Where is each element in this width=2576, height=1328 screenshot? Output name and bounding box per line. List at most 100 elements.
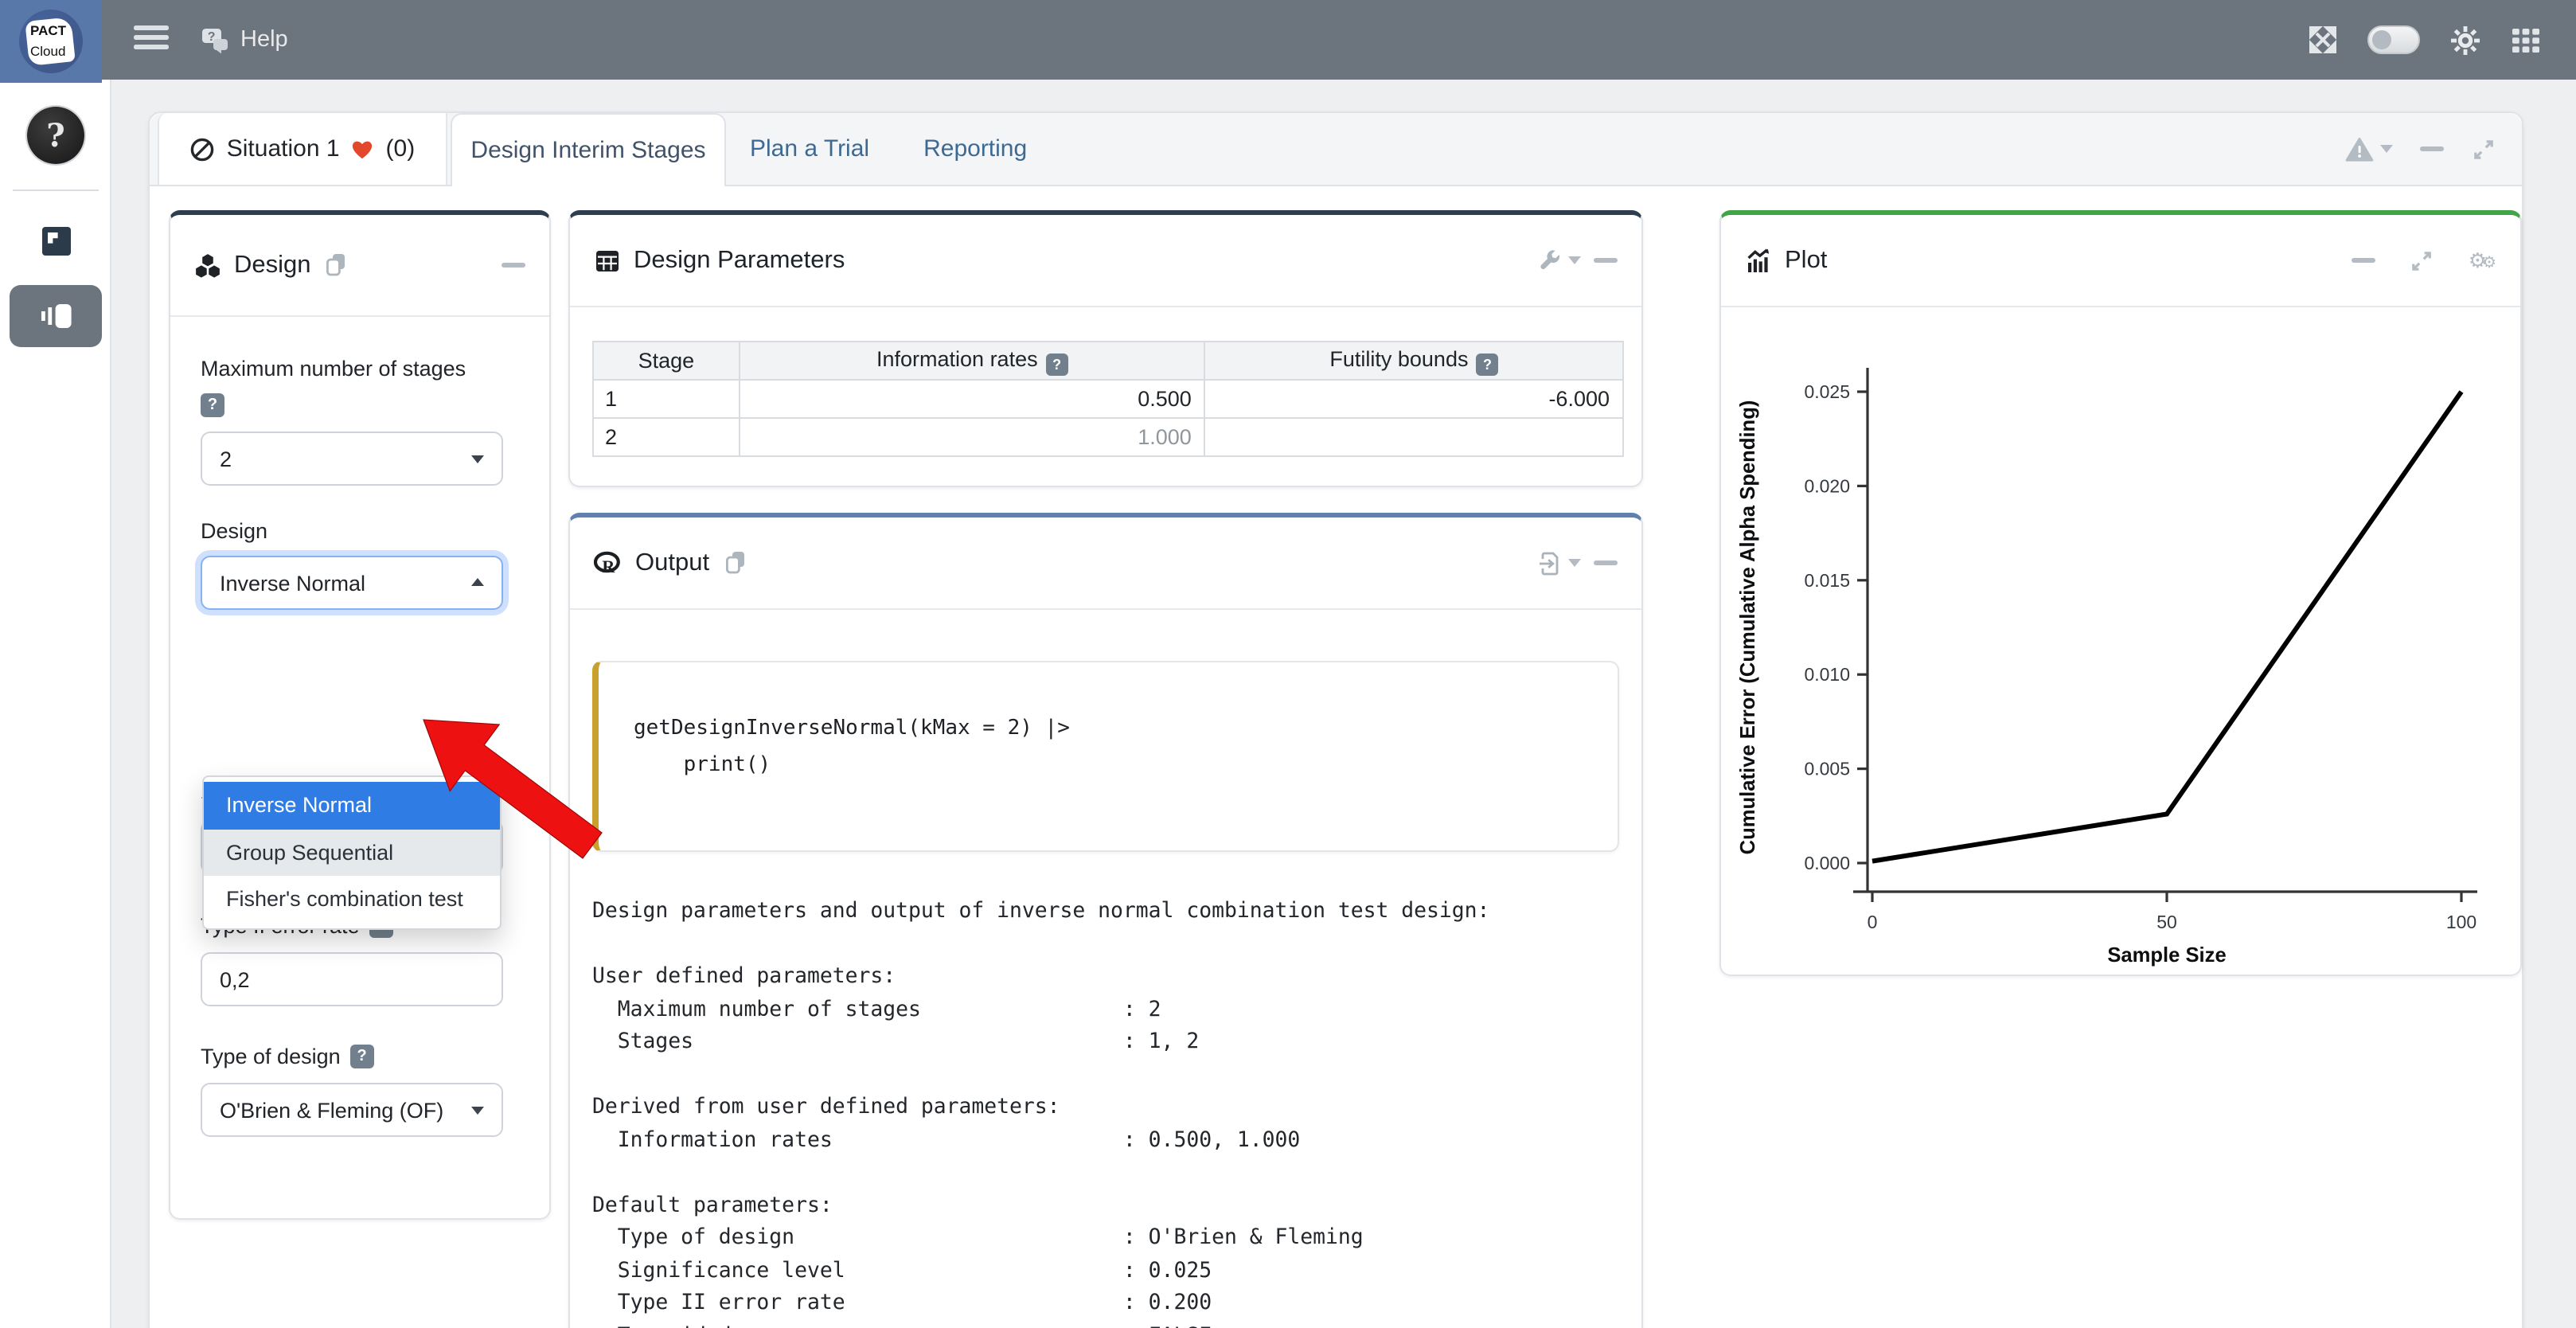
option-inverse-normal[interactable]: Inverse Normal: [204, 782, 500, 829]
warnings-menu[interactable]: [2345, 136, 2393, 162]
help-badge[interactable]: ?: [350, 1045, 374, 1068]
help-badge[interactable]: ?: [1476, 353, 1498, 375]
max-stages-select[interactable]: 2: [201, 432, 503, 486]
design-form: Maximum number of stages ? 2 Design Inve…: [170, 357, 549, 1137]
type-of-design-label: Type of design?: [201, 1045, 519, 1068]
svg-text:0.000: 0.000: [1804, 853, 1850, 873]
svg-text:0: 0: [1868, 912, 1878, 932]
sidebar-panel-icon: [39, 303, 72, 330]
futility-bound-cell[interactable]: -6.000: [1205, 380, 1623, 418]
info-rate-cell[interactable]: 0.500: [740, 380, 1205, 418]
design-parameters-title: Design Parameters: [634, 246, 845, 275]
output-title: Output: [635, 549, 709, 577]
tab-actions: [2345, 113, 2522, 185]
expand-icon[interactable]: [2471, 136, 2496, 162]
left-sidebar: ?: [0, 80, 111, 1328]
svg-text:Sample Size: Sample Size: [2107, 944, 2226, 967]
chevron-down-icon: [471, 1107, 484, 1121]
option-fishers-combination-test[interactable]: Fisher's combination test: [204, 876, 500, 923]
help-badge[interactable]: ?: [1046, 353, 1068, 375]
expand-icon[interactable]: [2410, 248, 2435, 273]
avatar[interactable]: ?: [27, 107, 84, 164]
tab-reporting[interactable]: Reporting: [923, 113, 1027, 185]
tools-menu[interactable]: [1538, 248, 1581, 272]
max-stages-label: Maximum number of stages: [201, 357, 519, 381]
brand-logo[interactable]: PACT Cloud: [0, 0, 102, 83]
situation-tab[interactable]: Situation 1 (0): [158, 113, 447, 185]
copy-icon[interactable]: [324, 252, 349, 279]
svg-text:Cumulative Error (Cumulative A: Cumulative Error (Cumulative Alpha Spend…: [1737, 400, 1759, 855]
copy-icon[interactable]: [722, 549, 747, 576]
svg-text:0.005: 0.005: [1804, 759, 1850, 779]
plot-chart: 0.000 0.005 0.010 0.015 0.020 0.025 0 50 100 Samp…: [1729, 323, 2512, 976]
svg-text:?: ?: [208, 29, 216, 43]
chevron-up-icon: [471, 572, 484, 586]
theme-toggle[interactable]: [2367, 25, 2420, 54]
plot-title: Plot: [1785, 246, 1827, 275]
chart-icon: [1745, 248, 1772, 273]
r-code: getDesignInverseNormal(kMax = 2) |> prin…: [634, 710, 1618, 783]
caret-down-icon: [1568, 256, 1581, 271]
collapse-icon[interactable]: [2352, 258, 2376, 262]
svg-text:0.025: 0.025: [1804, 381, 1850, 402]
info-rate-cell[interactable]: 1.000: [740, 418, 1205, 456]
favorites-count: (0): [386, 135, 416, 162]
collapse-icon[interactable]: [1594, 258, 1618, 262]
apps-grid-icon[interactable]: [2511, 25, 2541, 55]
table-row: 1 0.500 -6.000: [593, 380, 1623, 418]
design-parameters-table: Stage Information rates? Futility bounds…: [592, 341, 1624, 457]
caret-down-icon: [1568, 559, 1581, 573]
svg-text:0.010: 0.010: [1804, 664, 1850, 685]
slash-circle-icon: [190, 136, 216, 162]
help-label: Help: [240, 27, 288, 53]
tab-design-interim-stages[interactable]: Design Interim Stages: [451, 113, 726, 186]
output-text: Design parameters and output of inverse …: [592, 896, 1619, 1328]
fullscreen-icon[interactable]: [2309, 25, 2337, 54]
svg-text:50: 50: [2156, 912, 2177, 932]
futility-bound-cell[interactable]: [1205, 418, 1623, 456]
svg-text:0.020: 0.020: [1804, 475, 1850, 496]
situation-label: Situation 1: [227, 135, 340, 162]
brand-line1: PACT: [30, 22, 66, 38]
collapse-icon[interactable]: [1594, 560, 1618, 564]
svg-text:0.015: 0.015: [1804, 570, 1850, 591]
design-parameters-header: Design Parameters: [570, 215, 1641, 307]
minimize-icon[interactable]: [2420, 146, 2444, 150]
collapse-icon[interactable]: [502, 263, 525, 267]
design-panel-title: Design: [234, 251, 311, 279]
table-row: 2 1.000: [593, 418, 1623, 456]
design-select[interactable]: Inverse Normal: [201, 556, 503, 610]
help-chat-icon: ?: [197, 26, 229, 53]
option-group-sequential[interactable]: Group Sequential: [204, 829, 500, 876]
tab-strip: Situation 1 (0) Design Interim Stages Pl…: [150, 113, 2522, 186]
help-badge[interactable]: ?: [201, 393, 224, 417]
gears-icon[interactable]: ⚙⚙: [2469, 248, 2496, 273]
output-header: R Output: [570, 518, 1641, 610]
cubes-icon: [194, 252, 221, 278]
table-header-row: Stage Information rates? Futility bounds…: [593, 342, 1623, 380]
design-panel: Design Maximum number of stages ? 2 Desi…: [169, 210, 551, 1220]
caret-down-icon: [2380, 145, 2393, 159]
chevron-down-icon: [471, 455, 484, 470]
brightness-icon[interactable]: [2450, 25, 2480, 55]
type2-input[interactable]: 0,2: [201, 952, 503, 1006]
app-root: PACT Cloud ? Help: [0, 0, 2576, 1328]
menu-icon[interactable]: [134, 25, 169, 55]
export-menu[interactable]: [1538, 550, 1581, 576]
design-parameters-panel: Design Parameters Stage Information rate…: [568, 210, 1643, 487]
top-bar: PACT Cloud ? Help: [0, 0, 2576, 80]
steps-logo-icon[interactable]: [41, 226, 72, 256]
heart-icon[interactable]: [351, 138, 375, 160]
design-select-label: Design: [201, 519, 519, 543]
table-icon: [594, 248, 621, 273]
svg-text:100: 100: [2446, 912, 2476, 932]
sidebar-divider: [13, 189, 99, 191]
code-block: getDesignInverseNormal(kMax = 2) |> prin…: [592, 661, 1619, 852]
type-of-design-select[interactable]: O'Brien & Fleming (OF): [201, 1083, 503, 1137]
plot-header: Plot ⚙⚙: [1721, 215, 2520, 307]
tab-plan-a-trial[interactable]: Plan a Trial: [750, 113, 869, 185]
design-panel-header: Design: [170, 215, 549, 317]
help-button[interactable]: ? Help: [197, 0, 288, 80]
brand-line2: Cloud: [30, 43, 65, 59]
panel-toggle-button[interactable]: [10, 285, 102, 347]
